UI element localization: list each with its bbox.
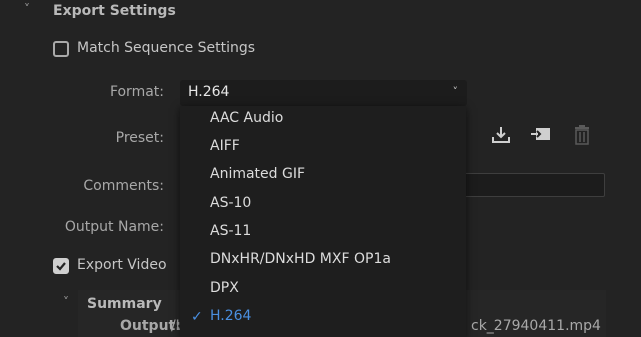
- dropdown-item-dpx[interactable]: DPX: [180, 276, 466, 304]
- dropdown-item-h264[interactable]: ✓ H.264: [180, 304, 466, 332]
- match-sequence-checkbox[interactable]: [53, 41, 69, 57]
- format-dropdown-list: AAC Audio AIFF Animated GIF AS-10 AS-11 …: [180, 106, 466, 337]
- export-settings-header[interactable]: ˅ Export Settings: [0, 0, 641, 24]
- summary-output-path-end: ck_27940411.mp4: [471, 318, 601, 334]
- comments-label: Comments:: [83, 178, 164, 194]
- format-value: H.264: [188, 84, 230, 100]
- export-video-label: Export Video: [77, 257, 167, 273]
- output-name-label: Output Name:: [64, 219, 164, 235]
- download-icon[interactable]: [490, 125, 512, 145]
- dropdown-item-animated-gif[interactable]: Animated GIF: [180, 162, 466, 190]
- preset-label: Preset:: [115, 130, 164, 146]
- summary-title[interactable]: Summary: [87, 296, 162, 312]
- format-label: Format:: [109, 84, 164, 100]
- chevron-down-icon[interactable]: ˅: [63, 295, 69, 309]
- chevron-down-icon: ˅: [24, 2, 30, 16]
- dropdown-item-aiff[interactable]: AIFF: [180, 134, 466, 162]
- format-select[interactable]: H.264 ˅: [180, 80, 467, 106]
- dropdown-item-dnxhr-dnxhd[interactable]: DNxHR/DNxHD MXF OP1a: [180, 247, 466, 275]
- dropdown-item-aac-audio[interactable]: AAC Audio: [180, 106, 466, 134]
- chevron-down-icon: ˅: [452, 85, 459, 98]
- dropdown-item-as-10[interactable]: AS-10: [180, 191, 466, 219]
- checkmark-icon: ✓: [191, 309, 203, 325]
- export-video-checkbox[interactable]: [53, 258, 69, 274]
- trash-icon[interactable]: [573, 124, 595, 145]
- dropdown-item-as-11[interactable]: AS-11: [180, 219, 466, 247]
- section-title: Export Settings: [53, 3, 176, 19]
- match-sequence-label: Match Sequence Settings: [77, 40, 256, 56]
- comments-input[interactable]: [462, 173, 605, 197]
- export-preset-icon[interactable]: [530, 125, 552, 145]
